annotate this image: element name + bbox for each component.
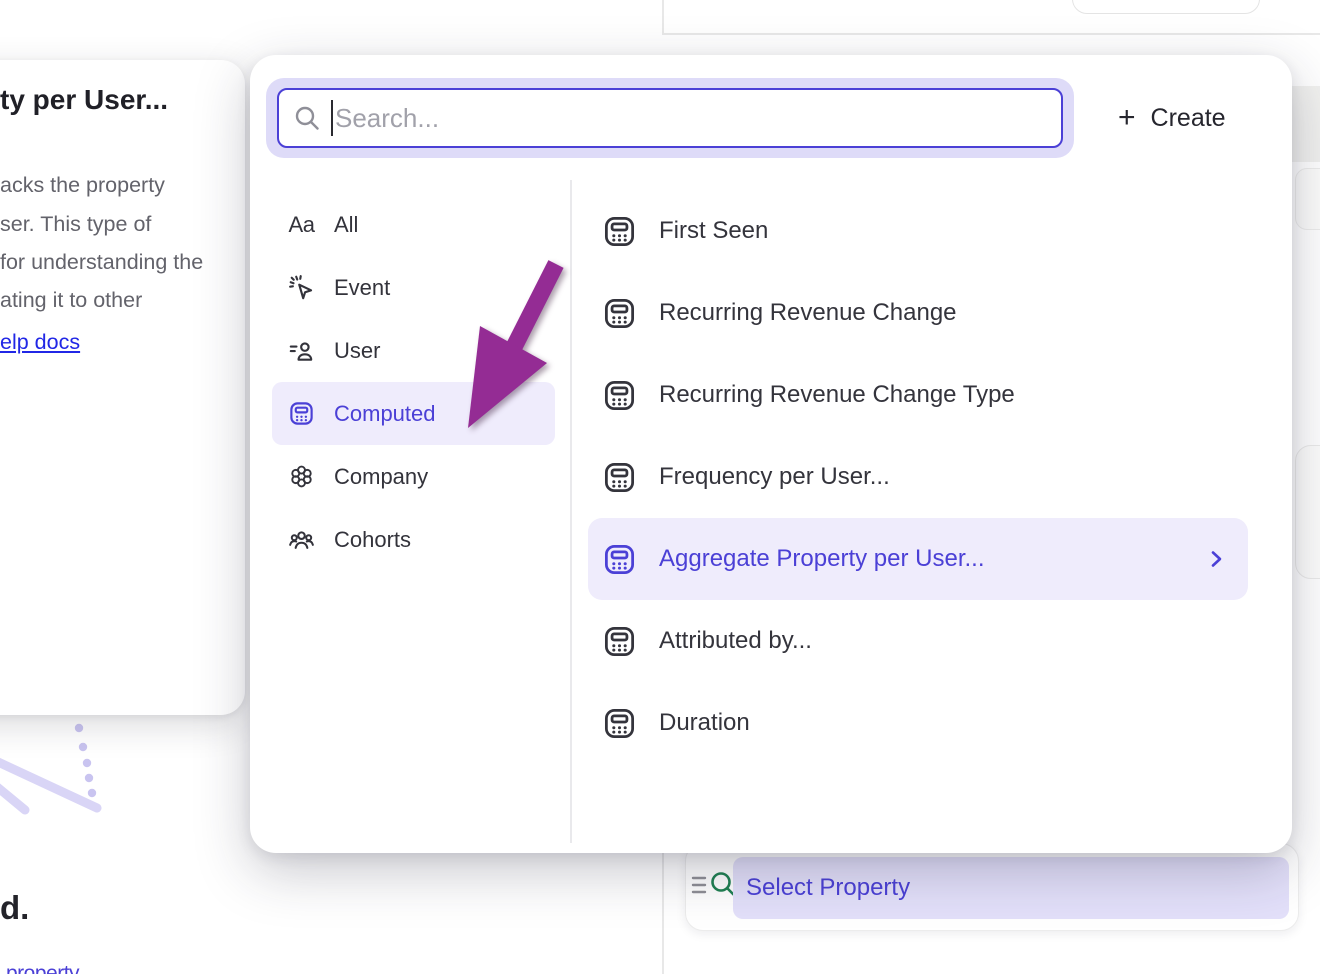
property-item-recurring-revenue-change-type[interactable]: Recurring Revenue Change Type (588, 354, 1248, 436)
background-panel-fragment (1292, 86, 1320, 162)
tooltip-body-line: ating it to other (0, 288, 142, 313)
category-label: User (334, 338, 380, 364)
property-list: First Seen Recurring Revenue Change Recurr… (588, 190, 1248, 764)
search-placeholder: Search... (335, 103, 439, 134)
select-property-label: Select Property (746, 874, 910, 902)
tooltip-body-line: acks the property (0, 173, 165, 198)
background-card-fragment (1295, 445, 1320, 579)
property-label: Recurring Revenue Change (659, 299, 957, 327)
calculator-icon (602, 296, 637, 331)
property-label: Duration (659, 709, 750, 737)
background-card-fragment (1295, 168, 1320, 230)
category-item-company[interactable]: Company (272, 445, 555, 508)
property-item-recurring-revenue-change[interactable]: Recurring Revenue Change (588, 272, 1248, 354)
category-item-cohorts[interactable]: Cohorts (272, 508, 555, 571)
cursor-click-icon (288, 274, 315, 301)
background-vertical-divider-bottom (662, 853, 664, 974)
calculator-icon (288, 400, 315, 427)
background-button-fragment (1072, 0, 1260, 14)
property-item-frequency-per-user[interactable]: Frequency per User... (588, 436, 1248, 518)
user-list-icon (288, 337, 315, 364)
property-item-duration[interactable]: Duration (588, 682, 1248, 764)
help-docs-link[interactable]: elp docs (0, 330, 80, 355)
search-icon (293, 104, 321, 132)
plus-icon: + (1118, 103, 1136, 133)
property-label: Attributed by... (659, 627, 812, 655)
select-property-button[interactable]: Select Property (733, 857, 1289, 919)
property-label: Frequency per User... (659, 463, 890, 491)
page-link-fragment[interactable]: property (6, 962, 79, 974)
text-format-icon: Aa (288, 211, 315, 238)
tooltip-title: ty per User... (0, 84, 168, 116)
drag-handle-icon[interactable] (691, 873, 707, 897)
search-input[interactable]: Search... (277, 88, 1063, 148)
screen: d. property ty per User... acks the prop… (0, 0, 1320, 974)
calculator-icon (602, 378, 637, 413)
property-item-attributed-by[interactable]: Attributed by... (588, 600, 1248, 682)
decorative-chart-lines (0, 715, 120, 825)
text-caret (331, 100, 333, 136)
category-label: Cohorts (334, 527, 411, 553)
property-label: Aggregate Property per User... (659, 545, 985, 573)
background-horizontal-divider (662, 33, 1320, 35)
property-label: First Seen (659, 217, 768, 245)
calculator-icon (602, 706, 637, 741)
tooltip-body-line: ser. This type of (0, 212, 151, 237)
calculator-icon (602, 214, 637, 249)
category-label: Company (334, 464, 428, 490)
category-label: Event (334, 275, 390, 301)
select-property-card: Select Property (685, 843, 1299, 931)
background-vertical-divider (662, 0, 664, 33)
property-picker-modal: Search... + Create Aa All Event User Compute… (250, 55, 1292, 853)
page-heading-fragment: d. (0, 889, 29, 927)
property-item-first-seen[interactable]: First Seen (588, 190, 1248, 272)
calculator-icon (602, 460, 637, 495)
tooltip-body-line: for understanding the (0, 250, 203, 275)
clipped-link-fragment-wrap: property (6, 962, 116, 974)
category-label: All (334, 212, 358, 238)
calculator-icon (602, 624, 637, 659)
category-label: Computed (334, 401, 436, 427)
create-button[interactable]: + Create (1108, 95, 1236, 141)
create-button-label: Create (1151, 104, 1226, 133)
property-label: Recurring Revenue Change Type (659, 381, 1015, 409)
cohorts-group-icon (288, 526, 315, 553)
calculator-icon (602, 542, 637, 577)
search-focus-glow: Search... (266, 78, 1074, 158)
property-item-aggregate-property-per-user[interactable]: Aggregate Property per User... (588, 518, 1248, 600)
company-cluster-icon (288, 463, 315, 490)
property-tooltip-card: ty per User... acks the property ser. Th… (0, 60, 245, 715)
annotation-arrow (440, 240, 580, 450)
chevron-right-icon (1204, 547, 1228, 571)
